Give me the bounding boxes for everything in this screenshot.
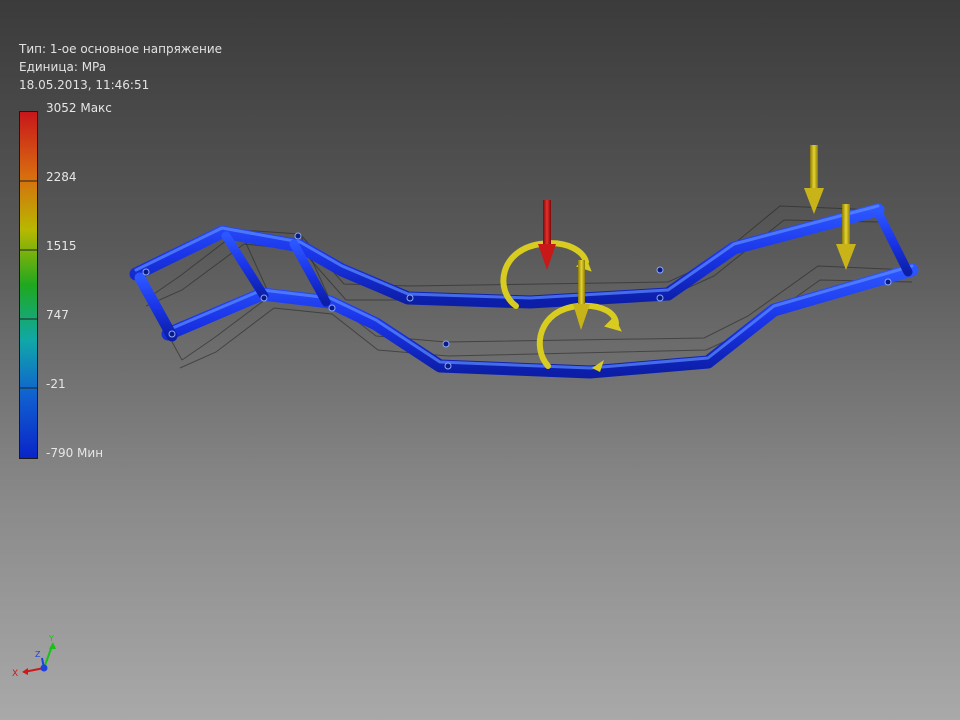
- x-axis-arrowhead: [22, 668, 28, 675]
- triad-origin: [40, 664, 48, 672]
- model-viewport[interactable]: [0, 0, 960, 720]
- y-axis-arrowhead: [49, 642, 56, 649]
- z-axis-label: Z: [35, 650, 41, 659]
- legend-min-label: -790 Мин: [46, 446, 104, 460]
- legend-tick-label: 747: [46, 308, 69, 322]
- cross-member-front[interactable]: [134, 272, 178, 342]
- legend-tick-label: 2284: [46, 170, 77, 184]
- deformed-frame[interactable]: [129, 203, 919, 379]
- cross-member-rear[interactable]: [873, 207, 913, 277]
- force-arrow-yellow-rear-1[interactable]: [804, 145, 824, 214]
- axis-triad[interactable]: X Y Z: [8, 632, 64, 680]
- legend-max-label: 3052 Макс: [46, 101, 112, 115]
- result-date: 18.05.2013, 11:46:51: [19, 78, 150, 92]
- result-info: Тип: 1-ое основное напряжение Единица: M…: [19, 40, 222, 94]
- color-legend-bar[interactable]: [19, 111, 38, 459]
- y-axis-label: Y: [48, 634, 54, 643]
- legend-tick-label: 1515: [46, 239, 77, 253]
- y-axis-line: [43, 645, 53, 669]
- result-unit: Единица: MPa: [19, 60, 107, 74]
- result-type: Тип: 1-ое основное напряжение: [19, 42, 223, 56]
- x-axis-label: X: [12, 669, 18, 679]
- legend-tick-label: -21: [46, 377, 66, 391]
- force-arrow-red[interactable]: [538, 200, 556, 270]
